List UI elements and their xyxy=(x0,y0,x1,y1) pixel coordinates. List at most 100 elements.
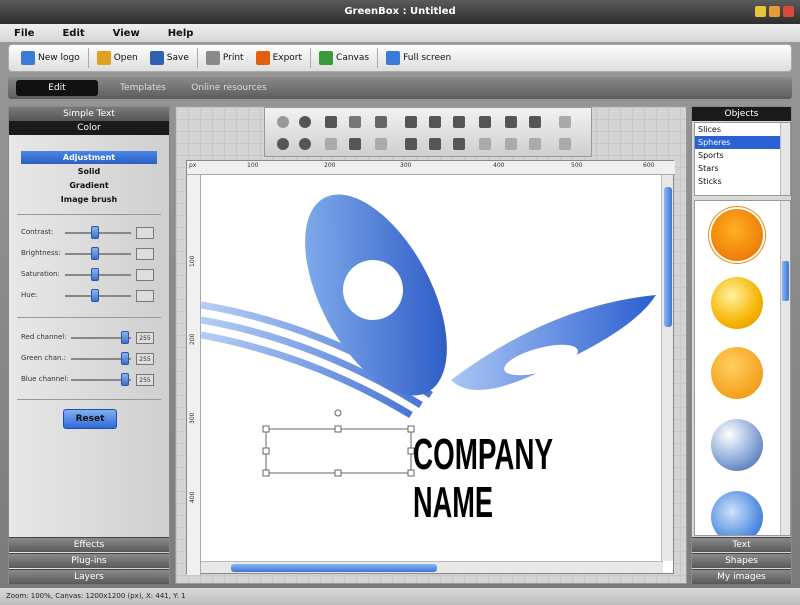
tab-templates[interactable]: Templates xyxy=(102,80,184,96)
send-back-icon[interactable] xyxy=(479,138,491,150)
selection-box[interactable] xyxy=(265,428,412,474)
sphere-thumbnail[interactable] xyxy=(711,419,763,471)
section-text[interactable]: Text xyxy=(692,537,791,552)
sphere-thumbnail[interactable] xyxy=(711,209,763,261)
slider-value-field[interactable]: 255 xyxy=(136,374,154,386)
section-effects[interactable]: Effects xyxy=(9,537,169,552)
resize-handle[interactable] xyxy=(334,469,342,477)
copy-icon[interactable] xyxy=(325,116,337,128)
align-top-icon[interactable] xyxy=(429,116,441,128)
option-image-brush[interactable]: Image brush xyxy=(21,193,157,206)
slider-value-field[interactable] xyxy=(136,269,154,281)
open-button[interactable]: Open xyxy=(91,47,144,69)
slider-value-field[interactable] xyxy=(136,248,154,260)
logo-text-company[interactable]: COMPANY xyxy=(413,430,553,479)
tab-edit[interactable]: Edit xyxy=(16,80,98,96)
close-button[interactable] xyxy=(783,6,794,17)
scroll-thumb[interactable] xyxy=(664,187,672,327)
slider-thumb[interactable] xyxy=(91,268,99,281)
maximize-button[interactable] xyxy=(769,6,780,17)
slider-thumb[interactable] xyxy=(91,289,99,302)
slider-thumb[interactable] xyxy=(121,331,129,344)
menu-help[interactable]: Help xyxy=(154,28,208,39)
option-gradient[interactable]: Gradient xyxy=(21,179,157,192)
redo-icon[interactable] xyxy=(375,138,387,150)
align-right-icon[interactable] xyxy=(405,138,417,150)
vertical-scrollbar[interactable] xyxy=(661,175,673,561)
section-layers[interactable]: Layers xyxy=(9,569,169,584)
object-category-item[interactable]: Slices xyxy=(695,123,790,136)
zoom-in-icon[interactable] xyxy=(299,116,311,128)
tab-online-resources[interactable]: Online resources xyxy=(188,80,270,96)
align-center-icon[interactable] xyxy=(453,116,465,128)
save-button[interactable]: Save xyxy=(144,47,195,69)
select-frame-icon[interactable] xyxy=(559,116,571,128)
align-middle-icon[interactable] xyxy=(453,138,465,150)
menu-edit[interactable]: Edit xyxy=(48,28,98,39)
align-left-icon[interactable] xyxy=(405,116,417,128)
minimize-button[interactable] xyxy=(755,6,766,17)
list-scrollbar[interactable] xyxy=(780,123,790,195)
undo-icon[interactable] xyxy=(375,116,387,128)
sphere-thumbnail[interactable] xyxy=(711,347,763,399)
paste-icon[interactable] xyxy=(325,138,337,150)
cut-icon[interactable] xyxy=(349,116,361,128)
lock-icon[interactable] xyxy=(505,116,517,128)
align-bottom-icon[interactable] xyxy=(429,138,441,150)
menu-view[interactable]: View xyxy=(99,28,154,39)
slider-label: Brightness: xyxy=(21,249,61,257)
slider-thumb[interactable] xyxy=(91,226,99,239)
canvas-button[interactable]: Canvas xyxy=(313,47,375,69)
scroll-thumb[interactable] xyxy=(782,261,789,301)
print-button[interactable]: Print xyxy=(200,47,250,69)
gallery-scrollbar[interactable] xyxy=(780,201,790,535)
fit-frame-icon[interactable] xyxy=(559,138,571,150)
reset-button[interactable]: Reset xyxy=(63,409,117,429)
object-category-item[interactable]: Sports xyxy=(695,149,790,162)
section-plug-ins[interactable]: Plug-ins xyxy=(9,553,169,568)
slider-value-field[interactable] xyxy=(136,227,154,239)
option-solid[interactable]: Solid xyxy=(21,165,157,178)
section-my-images[interactable]: My images xyxy=(692,569,791,584)
zoom-fit-icon[interactable] xyxy=(277,116,289,128)
objects-header: Objects xyxy=(692,107,791,121)
menu-file[interactable]: File xyxy=(0,28,48,39)
horizontal-scrollbar[interactable] xyxy=(201,561,663,573)
delete-icon[interactable] xyxy=(349,138,361,150)
sphere-thumbnail[interactable] xyxy=(711,491,763,535)
full-screen-button[interactable]: Full screen xyxy=(380,47,457,69)
object-category-item[interactable]: Spheres xyxy=(695,136,790,149)
resize-handle[interactable] xyxy=(334,425,342,433)
zoom-reset-icon[interactable] xyxy=(299,138,311,150)
resize-handle[interactable] xyxy=(262,447,270,455)
selection-handles[interactable] xyxy=(262,409,415,477)
option-adjustment[interactable]: Adjustment xyxy=(21,151,157,164)
export-button[interactable]: Export xyxy=(250,47,308,69)
section-shapes[interactable]: Shapes xyxy=(692,553,791,568)
logo-artwork[interactable]: COMPANY NAME xyxy=(201,175,663,561)
zoom-out-icon[interactable] xyxy=(277,138,289,150)
logo-text-name[interactable]: NAME xyxy=(413,478,493,527)
group-icon[interactable] xyxy=(529,116,541,128)
scroll-thumb[interactable] xyxy=(231,564,437,572)
section-color[interactable]: Color xyxy=(9,121,169,135)
new-logo-button[interactable]: New logo xyxy=(15,47,86,69)
sphere-thumbnail[interactable] xyxy=(711,277,763,329)
slider-value-field[interactable] xyxy=(136,290,154,302)
document-canvas[interactable]: px 100 200 300 400 500 600 100 200 300 4… xyxy=(186,160,675,575)
slider-value-field[interactable]: 255 xyxy=(136,353,154,365)
slider-value-field[interactable]: 255 xyxy=(136,332,154,344)
unlock-icon[interactable] xyxy=(505,138,517,150)
slider-label: Green chan.: xyxy=(21,354,67,362)
slider-thumb[interactable] xyxy=(91,247,99,260)
section-simple-text[interactable]: Simple Text xyxy=(9,107,169,121)
ungroup-icon[interactable] xyxy=(529,138,541,150)
slider-thumb[interactable] xyxy=(121,352,129,365)
slider-thumb[interactable] xyxy=(121,373,129,386)
rotate-handle[interactable] xyxy=(334,409,342,417)
bring-front-icon[interactable] xyxy=(479,116,491,128)
resize-handle[interactable] xyxy=(262,469,270,477)
object-category-item[interactable]: Stars xyxy=(695,162,790,175)
resize-handle[interactable] xyxy=(262,425,270,433)
object-category-item[interactable]: Sticks xyxy=(695,175,790,188)
